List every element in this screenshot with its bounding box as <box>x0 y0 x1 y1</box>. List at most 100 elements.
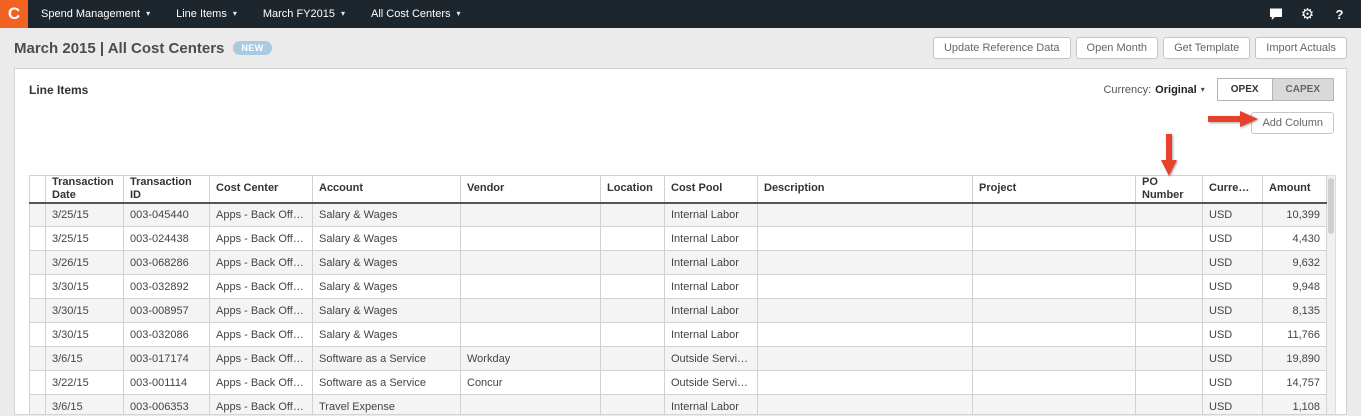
menu-march-fy2015[interactable]: March FY2015 ▾ <box>250 0 358 28</box>
cell-location <box>601 323 665 347</box>
table-row[interactable]: 3/25/15003-024438Apps - Back OfficeSalar… <box>30 227 1327 251</box>
table-row[interactable]: 3/30/15003-008957Apps - Back OfficeSalar… <box>30 299 1327 323</box>
column-header-amount[interactable]: Amount <box>1263 176 1327 203</box>
new-badge: NEW <box>233 41 271 55</box>
column-header-currency[interactable]: Currency <box>1203 176 1263 203</box>
cell-project <box>973 347 1136 371</box>
line-items-table: Transaction DateTransaction IDCost Cente… <box>29 175 1327 415</box>
cell-project <box>973 275 1136 299</box>
row-selector-cell[interactable] <box>30 203 46 227</box>
get-template-button[interactable]: Get Template <box>1163 37 1250 59</box>
cell-location <box>601 371 665 395</box>
column-header-vendor[interactable]: Vendor <box>461 176 601 203</box>
row-selector-cell[interactable] <box>30 227 46 251</box>
cell-transaction-id: 003-032086 <box>124 323 210 347</box>
row-selector-cell[interactable] <box>30 251 46 275</box>
page-header: March 2015 | All Cost Centers NEW Update… <box>0 28 1361 68</box>
cell-cost-center: Apps - Back Office <box>210 251 313 275</box>
cell-account: Software as a Service <box>313 371 461 395</box>
cell-vendor: Concur <box>461 371 601 395</box>
row-selector-cell[interactable] <box>30 371 46 395</box>
cell-amount: 19,890 <box>1263 347 1327 371</box>
gear-icon[interactable]: ⚙ <box>1300 5 1315 23</box>
cell-amount: 9,632 <box>1263 251 1327 275</box>
cell-location <box>601 251 665 275</box>
help-icon[interactable]: ? <box>1332 7 1347 22</box>
opex-capex-tabs: OPEX CAPEX <box>1217 78 1334 101</box>
row-selector-cell[interactable] <box>30 347 46 371</box>
column-header-account[interactable]: Account <box>313 176 461 203</box>
cell-cost-center: Apps - Back Office <box>210 323 313 347</box>
table-row[interactable]: 3/30/15003-032892Apps - Back OfficeSalar… <box>30 275 1327 299</box>
table-row[interactable]: 3/26/15003-068286Apps - Back OfficeSalar… <box>30 251 1327 275</box>
import-actuals-button[interactable]: Import Actuals <box>1255 37 1347 59</box>
scrollbar-thumb[interactable] <box>1328 178 1334 234</box>
line-items-panel: Line Items Currency: Original ▾ OPEX CAP… <box>14 68 1347 415</box>
cell-currency: USD <box>1203 323 1263 347</box>
cell-project <box>973 323 1136 347</box>
top-navigation-bar: C Spend Management ▾ Line Items ▾ March … <box>0 0 1361 28</box>
tab-opex[interactable]: OPEX <box>1217 78 1273 101</box>
row-selector-cell[interactable] <box>30 275 46 299</box>
cell-currency: USD <box>1203 275 1263 299</box>
column-header-cost-center[interactable]: Cost Center <box>210 176 313 203</box>
table-row[interactable]: 3/25/15003-045440Apps - Back OfficeSalar… <box>30 203 1327 227</box>
cell-description <box>758 371 973 395</box>
row-selector-cell[interactable] <box>30 299 46 323</box>
column-header-description[interactable]: Description <box>758 176 973 203</box>
table-scrollbar[interactable] <box>1327 175 1336 415</box>
cell-transaction-date: 3/30/15 <box>46 299 124 323</box>
line-items-table-wrap: Transaction DateTransaction IDCost Cente… <box>29 175 1346 415</box>
cell-account: Salary & Wages <box>313 323 461 347</box>
cell-transaction-date: 3/22/15 <box>46 371 124 395</box>
menu-spend-management[interactable]: Spend Management ▾ <box>28 0 163 28</box>
cell-description <box>758 395 973 416</box>
cell-account: Salary & Wages <box>313 227 461 251</box>
column-header-transaction-id[interactable]: Transaction ID <box>124 176 210 203</box>
row-selector-cell[interactable] <box>30 395 46 416</box>
cell-amount: 11,766 <box>1263 323 1327 347</box>
column-header-po-number[interactable]: PO Number <box>1136 176 1203 203</box>
top-menu: Spend Management ▾ Line Items ▾ March FY… <box>28 0 474 28</box>
cell-amount: 10,399 <box>1263 203 1327 227</box>
table-row[interactable]: 3/22/15003-001114Apps - Back OfficeSoftw… <box>30 371 1327 395</box>
column-header-project[interactable]: Project <box>973 176 1136 203</box>
cell-location <box>601 347 665 371</box>
cell-transaction-id: 003-008957 <box>124 299 210 323</box>
cell-vendor <box>461 251 601 275</box>
column-header-transaction-date[interactable]: Transaction Date <box>46 176 124 203</box>
cell-cost-pool: Outside Services <box>665 347 758 371</box>
open-month-button[interactable]: Open Month <box>1076 37 1159 59</box>
cell-po-number <box>1136 299 1203 323</box>
cell-cost-pool: Internal Labor <box>665 323 758 347</box>
logo-letter: C <box>8 4 20 24</box>
menu-line-items[interactable]: Line Items ▾ <box>163 0 250 28</box>
update-reference-data-button[interactable]: Update Reference Data <box>933 37 1071 59</box>
cell-transaction-id: 003-001114 <box>124 371 210 395</box>
chat-icon[interactable] <box>1268 8 1283 21</box>
cell-po-number <box>1136 275 1203 299</box>
currency-dropdown[interactable]: Currency: Original ▾ <box>1103 84 1204 96</box>
coupa-logo[interactable]: C <box>0 0 28 28</box>
table-row[interactable]: 3/30/15003-032086Apps - Back OfficeSalar… <box>30 323 1327 347</box>
cell-cost-center: Apps - Back Office <box>210 299 313 323</box>
cell-currency: USD <box>1203 299 1263 323</box>
table-row[interactable]: 3/6/15003-006353Apps - Back OfficeTravel… <box>30 395 1327 416</box>
tab-capex[interactable]: CAPEX <box>1272 78 1334 101</box>
cell-description <box>758 275 973 299</box>
column-header-location[interactable]: Location <box>601 176 665 203</box>
cell-transaction-id: 003-068286 <box>124 251 210 275</box>
cell-cost-pool: Outside Services <box>665 371 758 395</box>
chevron-down-icon: ▾ <box>341 10 345 18</box>
menu-all-cost-centers[interactable]: All Cost Centers ▾ <box>358 0 474 28</box>
cell-project <box>973 251 1136 275</box>
row-selector-cell[interactable] <box>30 323 46 347</box>
cell-vendor <box>461 299 601 323</box>
table-row[interactable]: 3/6/15003-017174Apps - Back OfficeSoftwa… <box>30 347 1327 371</box>
menu-label: March FY2015 <box>263 8 335 20</box>
add-column-button[interactable]: Add Column <box>1251 112 1334 134</box>
cell-vendor <box>461 227 601 251</box>
cell-po-number <box>1136 203 1203 227</box>
column-header-cost-pool[interactable]: Cost Pool <box>665 176 758 203</box>
cell-currency: USD <box>1203 347 1263 371</box>
